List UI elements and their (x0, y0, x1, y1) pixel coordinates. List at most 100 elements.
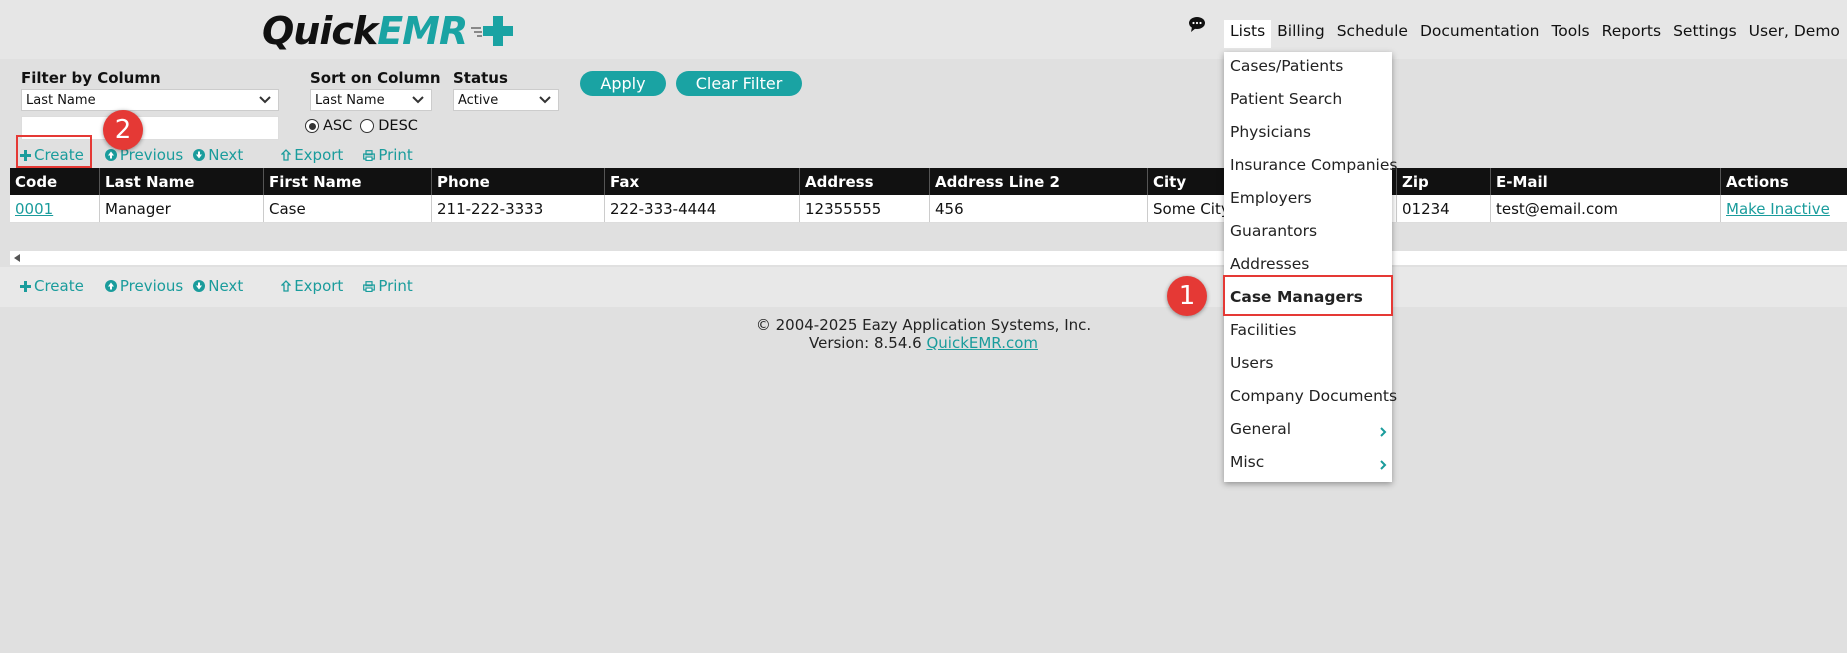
print-icon (363, 280, 376, 292)
previous-label: Previous (119, 277, 184, 295)
cell-code[interactable]: 0001 (10, 195, 100, 222)
menu-item-addresses[interactable]: Addresses (1230, 255, 1309, 273)
menu-item-guarantors[interactable]: Guarantors (1230, 222, 1317, 240)
nav-tools[interactable]: Tools (1545, 22, 1595, 48)
filter-column-select[interactable]: Last Name (21, 89, 279, 111)
nav-settings[interactable]: Settings (1667, 22, 1743, 48)
col-address-line-2[interactable]: Address Line 2 (930, 168, 1148, 195)
quickemr-logo[interactable]: Quick EMR (262, 6, 519, 56)
quickemr-site-link[interactable]: QuickEMR.com (926, 334, 1038, 352)
lists-dropdown-menu: Cases/Patients Patient Search Physicians… (1224, 52, 1397, 482)
cell-zip: 01234 (1397, 195, 1491, 222)
previous-button-bottom[interactable]: Previous (104, 277, 184, 295)
menu-item-cases-patients[interactable]: Cases/Patients (1230, 57, 1343, 75)
col-phone[interactable]: Phone (432, 168, 605, 195)
col-code[interactable]: Code (10, 168, 100, 195)
create-highlight-box (16, 135, 92, 168)
sort-column-select[interactable]: Last Name (310, 89, 432, 111)
menu-item-users[interactable]: Users (1230, 354, 1273, 372)
step-2-badge: 2 (103, 110, 143, 150)
cell-email: test@email.com (1491, 195, 1721, 222)
chevron-down-icon (259, 96, 271, 104)
create-button-bottom[interactable]: Create (20, 277, 84, 295)
cell-city: Some City (1148, 195, 1226, 222)
nav-schedule[interactable]: Schedule (1331, 22, 1414, 48)
menu-item-physicians[interactable]: Physicians (1230, 123, 1311, 141)
export-button[interactable]: Export (281, 146, 343, 164)
scroll-left-icon[interactable] (14, 254, 20, 262)
print-button[interactable]: Print (363, 146, 413, 164)
cell-first-name: Case (264, 195, 432, 222)
case-managers-highlight-box (1223, 275, 1393, 316)
col-city[interactable]: City (1148, 168, 1226, 195)
arrow-up-circle-icon (104, 149, 117, 161)
col-email[interactable]: E-Mail (1491, 168, 1721, 195)
cell-address-line-2: 456 (930, 195, 1148, 222)
cell-phone: 211-222-3333 (432, 195, 605, 222)
nav-lists[interactable]: Lists (1224, 20, 1272, 48)
col-first-name[interactable]: First Name (264, 168, 432, 195)
arrow-down-circle-icon (193, 149, 206, 161)
asc-radio[interactable] (305, 119, 319, 133)
sort-on-column-label: Sort on Column (310, 69, 441, 87)
main-nav: Lists Billing Schedule Documentation Too… (1224, 20, 1847, 48)
logo-plus-icon (471, 16, 514, 46)
menu-item-general[interactable]: General (1230, 420, 1291, 438)
status-value: Active (458, 92, 499, 108)
sort-order-group: ASC DESC (305, 118, 418, 134)
col-zip[interactable]: Zip (1397, 168, 1491, 195)
col-address[interactable]: Address (800, 168, 930, 195)
page-footer: © 2004-2025 Eazy Application Systems, In… (0, 316, 1847, 352)
nav-reports[interactable]: Reports (1596, 22, 1667, 48)
print-button-bottom[interactable]: Print (363, 277, 413, 295)
top-bar: Quick EMR Lists Billing Schedule Documen… (0, 0, 1847, 59)
sort-column-value: Last Name (315, 92, 385, 108)
cell-fax: 222-333-4444 (605, 195, 800, 222)
logo-quick-text: Quick (262, 9, 378, 53)
apply-button[interactable]: Apply (580, 71, 666, 96)
nav-documentation[interactable]: Documentation (1414, 22, 1546, 48)
horizontal-scrollbar[interactable] (10, 251, 1847, 265)
next-button[interactable]: Next (193, 146, 243, 164)
chevron-down-icon (539, 96, 551, 104)
nav-billing[interactable]: Billing (1271, 22, 1331, 48)
clear-filter-button[interactable]: Clear Filter (676, 71, 802, 96)
next-label: Next (208, 277, 244, 295)
export-button-bottom[interactable]: Export (281, 277, 343, 295)
desc-label: DESC (378, 118, 418, 134)
menu-item-employers[interactable]: Employers (1230, 189, 1312, 207)
desc-radio[interactable] (360, 119, 375, 133)
nav-user[interactable]: User, Demo (1743, 22, 1846, 48)
code-link[interactable]: 0001 (15, 200, 53, 218)
version-text: Version: 8.54.6 (809, 334, 927, 352)
plus-icon (20, 280, 31, 292)
make-inactive-link[interactable]: Make Inactive (1726, 200, 1830, 218)
cell-address: 12355555 (800, 195, 930, 222)
col-fax[interactable]: Fax (605, 168, 800, 195)
export-label: Export (294, 277, 344, 295)
chevron-right-icon (1380, 427, 1387, 437)
menu-item-company-documents[interactable]: Company Documents (1230, 387, 1397, 405)
menu-item-facilities[interactable]: Facilities (1230, 321, 1296, 339)
filter-panel: Filter by Column Last Name Sort on Colum… (0, 59, 1847, 167)
next-button-bottom[interactable]: Next (193, 277, 243, 295)
menu-item-patient-search[interactable]: Patient Search (1230, 90, 1342, 108)
print-icon (363, 149, 376, 161)
arrow-down-circle-icon (193, 280, 206, 292)
col-last-name[interactable]: Last Name (100, 168, 264, 195)
print-label: Print (378, 146, 413, 164)
create-label: Create (34, 277, 84, 295)
table-header: Code Last Name First Name Phone Fax Addr… (10, 168, 1847, 195)
filter-by-column-label: Filter by Column (21, 69, 161, 87)
export-label: Export (294, 146, 344, 164)
table-row: 0001 Manager Case 211-222-3333 222-333-4… (10, 195, 1847, 223)
cell-last-name: Manager (100, 195, 264, 222)
menu-item-insurance-companies[interactable]: Insurance Companies (1230, 156, 1397, 174)
bottom-toolbar: Create Previous Next Export Print (20, 277, 413, 295)
menu-item-misc[interactable]: Misc (1230, 453, 1264, 471)
asc-label: ASC (323, 118, 353, 134)
chat-bubble-icon[interactable] (1188, 16, 1206, 32)
chevron-right-icon (1380, 460, 1387, 470)
status-label: Status (453, 69, 508, 87)
status-select[interactable]: Active (453, 89, 559, 111)
